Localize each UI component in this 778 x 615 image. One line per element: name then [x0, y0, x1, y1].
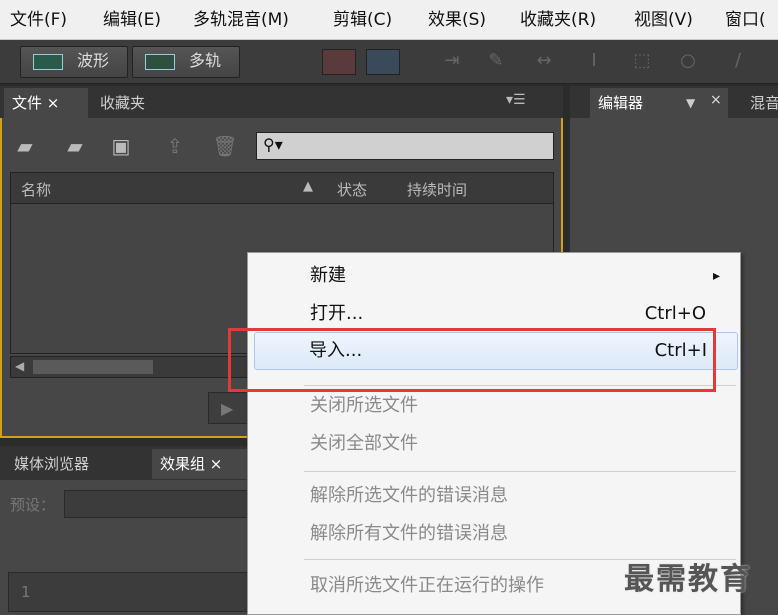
toolbar: 波形 多轨 ⇥ ✎ ↔ I ⬚ ○ ∕: [0, 40, 778, 84]
submenu-arrow-icon: ▸: [712, 268, 720, 284]
menu-item-clear-selected-errors[interactable]: 解除所选文件的错误消息: [248, 479, 740, 513]
preset-label: 预设：: [10, 496, 56, 514]
delete-icon[interactable]: 🗑: [210, 132, 240, 160]
scroll-left-icon[interactable]: ◀: [15, 359, 24, 373]
waveform-view-icon[interactable]: [366, 49, 400, 75]
menu-item-open[interactable]: 打开... Ctrl+O: [248, 297, 740, 331]
column-name[interactable]: 名称: [21, 179, 51, 200]
move-tool-icon[interactable]: ⇥: [440, 50, 464, 72]
play-icon: ▶: [221, 399, 234, 418]
menu-clip[interactable]: 剪辑(C): [333, 0, 392, 40]
column-duration[interactable]: 持续时间: [407, 179, 467, 200]
horizontal-scrollbar[interactable]: ◀: [10, 356, 250, 378]
slip-tool-icon[interactable]: ↔: [532, 50, 556, 72]
menu-effects[interactable]: 效果(S): [428, 0, 486, 40]
new-file-icon[interactable]: ▣: [106, 132, 136, 160]
tab-files[interactable]: 文件 ×: [4, 88, 88, 118]
insert-icon[interactable]: ⇪: [160, 132, 190, 160]
waveform-button[interactable]: 波形: [20, 46, 128, 78]
time-selection-icon[interactable]: I: [582, 50, 606, 72]
preset-select[interactable]: [64, 490, 254, 518]
marquee-tool-icon[interactable]: ⬚: [630, 50, 654, 72]
files-panel-tabbar: 文件 × 收藏夹 ▾☰: [0, 86, 563, 118]
highlight-annotation-box: [228, 328, 716, 392]
editor-panel-tabbar: 编辑器 ▼ × 混音: [570, 86, 778, 118]
menu-item-new[interactable]: 新建 ▸: [248, 259, 740, 293]
menu-file[interactable]: 文件(F): [10, 0, 67, 40]
open-file-icon[interactable]: ▰: [10, 132, 40, 160]
menu-multitrack[interactable]: 多轨混音(M): [193, 0, 289, 40]
multitrack-icon: [145, 54, 175, 70]
watermark: 最需教育: [624, 562, 752, 597]
sort-ascending-icon[interactable]: ▲: [303, 179, 313, 194]
open-append-icon[interactable]: ▰: [60, 132, 90, 160]
tab-effects-rack[interactable]: 效果组 ×: [152, 449, 252, 479]
menu-bar: 文件(F) 编辑(E) 多轨混音(M) 剪辑(C) 效果(S) 收藏夹(R) 视…: [0, 0, 778, 40]
chevron-down-icon[interactable]: ▼: [686, 88, 695, 118]
menu-edit[interactable]: 编辑(E): [103, 0, 161, 40]
panel-menu-icon[interactable]: ▾☰: [506, 92, 526, 108]
file-list-header: 名称 ▲ 状态 持续时间: [10, 172, 554, 204]
menu-item-clear-all-errors[interactable]: 解除所有文件的错误消息: [248, 517, 740, 551]
tab-mixer[interactable]: 混音: [742, 88, 778, 118]
menu-separator: [304, 471, 736, 472]
search-input[interactable]: ⚲▾: [256, 132, 554, 160]
effect-slot-number: 1: [21, 583, 31, 601]
menu-favorites[interactable]: 收藏夹(R): [520, 0, 596, 40]
menu-window[interactable]: 窗口(: [725, 0, 766, 40]
lasso-tool-icon[interactable]: ○: [676, 50, 700, 72]
close-icon[interactable]: ×: [710, 92, 722, 108]
tab-editor[interactable]: 编辑器 ▼: [590, 88, 728, 118]
multitrack-button[interactable]: 多轨: [132, 46, 240, 78]
menu-item-close-selected[interactable]: 关闭所选文件: [248, 389, 740, 423]
search-icon: ⚲▾: [263, 135, 283, 154]
spectral-view-icon[interactable]: [322, 49, 356, 75]
waveform-icon: [33, 54, 63, 70]
brush-tool-icon[interactable]: ∕: [726, 50, 750, 72]
files-panel-toolbar: ▰ ▰ ▣ ⇪ 🗑: [2, 132, 252, 162]
scrollbar-thumb[interactable]: [33, 360, 153, 374]
menu-item-close-all[interactable]: 关闭全部文件: [248, 427, 740, 461]
play-button[interactable]: ▶: [208, 392, 248, 424]
column-status[interactable]: 状态: [337, 179, 367, 200]
tab-favorites[interactable]: 收藏夹: [92, 88, 190, 118]
razor-tool-icon[interactable]: ✎: [484, 50, 508, 72]
effect-slot[interactable]: 1: [8, 572, 248, 612]
menu-view[interactable]: 视图(V): [634, 0, 693, 40]
tab-media-browser[interactable]: 媒体浏览器: [6, 449, 148, 479]
